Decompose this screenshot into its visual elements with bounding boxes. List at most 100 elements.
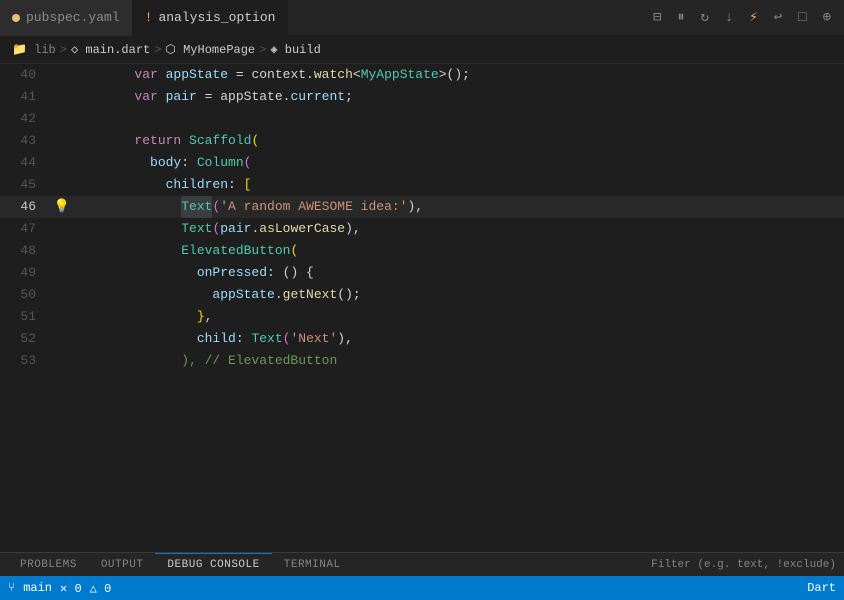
line-number: 50 [0,284,52,306]
code-token: ), [337,328,353,350]
dart-file-icon: ◇ [71,43,78,57]
code-token: Text [181,218,212,240]
lightning-btn[interactable]: ⚡ [744,9,762,27]
code-token: ( [244,152,252,174]
breadcrumb-sep-3: > [259,43,266,57]
code-token: ElevatedButton [181,240,290,262]
code-token: pair [220,218,251,240]
breadcrumb-main-dart[interactable]: ◇ main.dart [71,42,150,57]
code-token-line: children: [ [72,174,251,196]
code-token: : [181,152,197,174]
warnings-indicator: △ 0 [90,581,112,596]
line-number: 43 [0,130,52,152]
code-token: Column [197,152,244,174]
line-number: 49 [0,262,52,284]
code-token: appState [72,284,275,306]
code-token: Scaffold [189,130,251,152]
code-lines-container: 40 var appState = context.watch<MyAppSta… [0,64,844,576]
table-row: 41 var pair = appState.current; [0,86,844,108]
tab-warning-icon: ! [145,10,153,25]
code-token: >() [439,64,462,86]
tab-pubspec-label: pubspec.yaml [26,10,120,25]
panel-tabs: PROBLEMS OUTPUT DEBUG CONSOLE TERMINAL F… [0,552,844,576]
line-number: 52 [0,328,52,350]
stop-btn[interactable]: □ [793,9,811,27]
code-token: ( [212,196,220,218]
code-token: = appState. [197,86,291,108]
tab-pubspec[interactable]: pubspec.yaml [0,0,133,36]
line-number: 41 [0,86,52,108]
branch-icon: ⑂ [8,581,15,595]
tab-terminal[interactable]: TERMINAL [272,553,353,577]
code-token-line: Text('A random AWESOME idea:'), [72,196,423,218]
line-number: 46 [0,196,52,218]
code-token-line: }, [72,306,212,328]
code-token: < [353,64,361,86]
tab-toolbar: ⊟ ⏸ ↻ ↓ ⚡ ↩ □ ⊕ [648,0,844,35]
step-back-btn[interactable]: ↓ [720,9,738,27]
code-token: ( [290,240,298,262]
code-token: . [251,218,259,240]
replay-btn[interactable]: ↻ [695,9,713,27]
code-token-line: var appState = context.watch<MyAppState>… [72,64,470,86]
breadcrumb: 📁 lib > ◇ main.dart > ⬡ MyHomePage > ◈ b… [0,36,844,64]
branch-name[interactable]: main [23,581,52,595]
code-token: = context. [228,64,314,86]
code-token: current [290,86,345,108]
code-token: } [197,306,205,328]
pause-btn[interactable]: ⏸ [672,9,689,27]
breadcrumb-build[interactable]: ◈ build [270,42,320,57]
tab-debug-console[interactable]: DEBUG CONSOLE [155,553,271,577]
code-token [72,306,197,328]
line-number: 44 [0,152,52,174]
lightbulb-icon: 💡 [54,196,70,218]
code-token: return [72,130,189,152]
tab-problems[interactable]: PROBLEMS [8,553,89,577]
code-token-line: ElevatedButton( [72,240,298,262]
line-number: 48 [0,240,52,262]
code-token-line: appState.getNext(); [72,284,361,306]
code-token [72,196,181,218]
code-token: pair [166,86,197,108]
code-token: . [275,284,283,306]
tab-analysis-label: analysis_option [158,10,275,25]
status-bar: ⑂ main ✕ 0 △ 0 Dart [0,576,844,600]
code-token: var [72,86,166,108]
code-token: children [72,174,228,196]
breadcrumb-lib[interactable]: 📁 lib [12,42,56,57]
table-row: 44 body: Column( [0,152,844,174]
undo-btn[interactable]: ↩ [769,9,787,27]
code-token: child [72,328,236,350]
breadcrumb-sep-2: > [154,43,161,57]
code-token: asLowerCase [259,218,345,240]
line-number: 47 [0,218,52,240]
search-btn[interactable]: ⊕ [818,9,836,27]
filter-hint: Filter (e.g. text, !exclude) [651,559,836,571]
table-row: 53 ), // ElevatedButton [0,350,844,372]
status-bar-right: Dart [807,581,836,595]
code-token: getNext [283,284,338,306]
code-token: MyAppState [361,64,439,86]
split-editor-btn[interactable]: ⊟ [648,9,666,27]
line-number: 51 [0,306,52,328]
tab-analysis[interactable]: ! analysis_option [133,0,289,36]
code-token [72,218,181,240]
table-row: 47 Text(pair.asLowerCase), [0,218,844,240]
code-token: ( [283,328,291,350]
code-token: : [236,328,252,350]
folder-icon: 📁 [12,43,27,57]
language-indicator[interactable]: Dart [807,581,836,595]
code-token-line: onPressed: () { [72,262,314,284]
breadcrumb-myhomepage[interactable]: ⬡ MyHomePage [165,42,255,57]
tab-output[interactable]: OUTPUT [89,553,156,577]
code-editor: 40 var appState = context.watch<MyAppSta… [0,64,844,576]
code-token: 'Next' [290,328,337,350]
code-token-line: body: Column( [72,152,251,174]
code-token-line: var pair = appState.current; [72,86,353,108]
line-number: 53 [0,350,52,372]
code-token: ), [345,218,361,240]
code-token [72,350,181,372]
code-token: , [205,306,213,328]
code-token: 'A random AWESOME idea:' [220,196,407,218]
table-row: 51 }, [0,306,844,328]
